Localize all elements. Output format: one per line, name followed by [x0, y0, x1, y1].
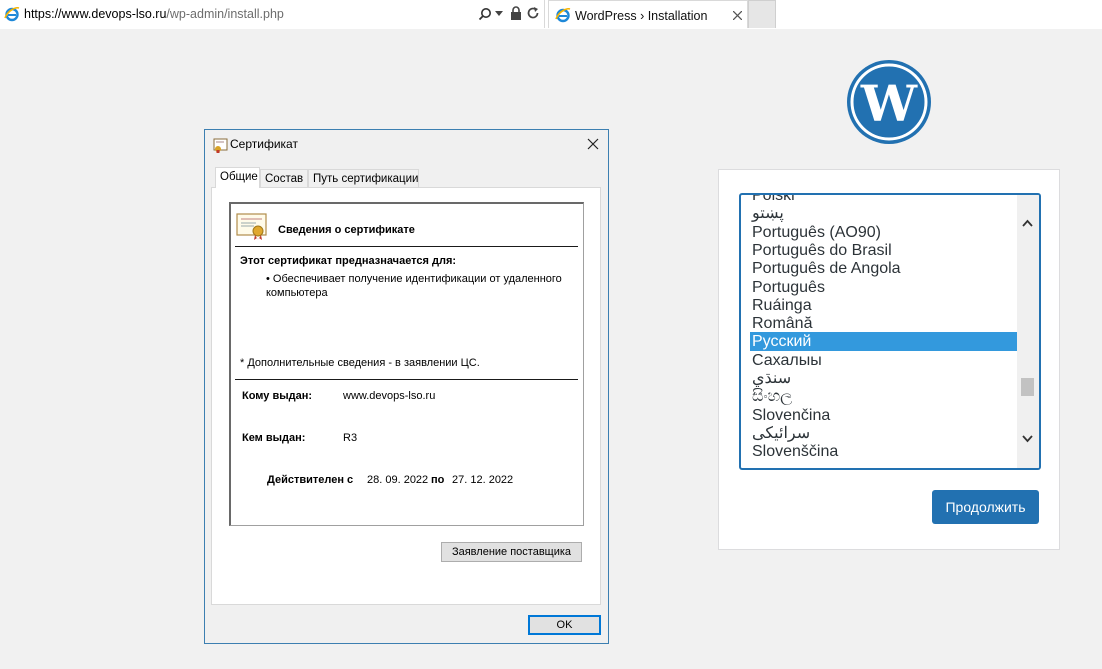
- ie-icon: [555, 8, 571, 23]
- language-scrollbar[interactable]: [1017, 195, 1039, 468]
- language-option[interactable]: سرائیکی: [750, 424, 1017, 443]
- language-option[interactable]: Slovenščina: [750, 442, 1017, 461]
- language-option[interactable]: Português de Angola: [750, 259, 1017, 278]
- browser-tab[interactable]: WordPress › Installation: [548, 0, 748, 28]
- language-option[interactable]: සිංහල: [750, 387, 1017, 406]
- language-option[interactable]: Português: [750, 278, 1017, 297]
- scroll-up-icon[interactable]: [1022, 219, 1033, 227]
- valid-to-value: 27. 12. 2022: [452, 474, 514, 486]
- wordpress-logo-icon: W: [847, 60, 931, 144]
- scroll-down-icon[interactable]: [1022, 435, 1033, 443]
- tab-certification-path[interactable]: Путь сертификации: [308, 169, 419, 188]
- language-option[interactable]: Сахалыы: [750, 351, 1017, 370]
- dropdown-arrow-icon[interactable]: [495, 11, 503, 17]
- refresh-icon[interactable]: [526, 6, 540, 20]
- language-option[interactable]: Português do Brasil: [750, 241, 1017, 260]
- language-option[interactable]: Română: [750, 314, 1017, 333]
- footnote: * Дополнительные сведения - в заявлении …: [240, 357, 480, 369]
- language-option[interactable]: Ruáinga: [750, 296, 1017, 315]
- tab-details[interactable]: Состав: [260, 169, 308, 188]
- certificate-large-icon: [236, 213, 267, 240]
- divider: [235, 246, 578, 247]
- address-url[interactable]: https://www.devops-lso.ru/wp-admin/insta…: [24, 7, 284, 21]
- close-icon[interactable]: [587, 138, 599, 150]
- language-option[interactable]: پښتو: [750, 204, 1017, 223]
- language-option[interactable]: سنڌي: [750, 369, 1017, 388]
- language-option[interactable]: Português (AO90): [750, 223, 1017, 242]
- scrollbar-thumb[interactable]: [1021, 378, 1034, 396]
- language-option-selected[interactable]: Русский: [750, 332, 1017, 352]
- language-option[interactable]: Polski: [750, 195, 1017, 205]
- valid-from-label: Действителен с: [267, 474, 354, 486]
- tab-general[interactable]: Общие: [215, 167, 260, 188]
- language-select[interactable]: Polski پښتو Português (AO90) Português do B…: [739, 193, 1041, 470]
- issuer-statement-button[interactable]: Заявление поставщика: [441, 542, 582, 562]
- address-bar[interactable]: https://www.devops-lso.ru/wp-admin/insta…: [0, 0, 545, 28]
- issued-to-label: Кому выдан:: [242, 390, 313, 402]
- certificate-heading: Сведения о сертификате: [278, 224, 415, 236]
- new-tab-button[interactable]: [748, 0, 776, 28]
- purpose-item: • Обеспечивает получение идентификации о…: [266, 273, 562, 285]
- valid-from-value: 28. 09. 2022: [367, 474, 429, 486]
- dialog-title: Сертификат: [230, 137, 298, 151]
- ok-button[interactable]: OK: [528, 615, 601, 635]
- continue-button[interactable]: Продолжить: [932, 490, 1039, 524]
- certificate-icon: [213, 138, 228, 153]
- language-option[interactable]: Slovenčina: [750, 406, 1017, 425]
- address-host: https://www.devops-lso.ru: [24, 7, 167, 21]
- search-icon[interactable]: [478, 7, 492, 21]
- valid-to-label: по: [431, 474, 445, 486]
- lock-icon[interactable]: [510, 6, 522, 20]
- purpose-item-continued: компьютера: [266, 287, 328, 299]
- tab-title: WordPress › Installation: [575, 9, 708, 23]
- ie-icon: [4, 7, 20, 22]
- purpose-heading: Этот сертификат предназначается для:: [240, 255, 457, 267]
- address-path: /wp-admin/install.php: [166, 7, 284, 21]
- svg-text:W: W: [860, 74, 918, 133]
- close-tab-icon[interactable]: [733, 11, 742, 20]
- issued-by-value: R3: [343, 432, 358, 444]
- divider: [235, 379, 578, 380]
- issued-by-label: Кем выдан:: [242, 432, 306, 444]
- issued-to-value: www.devops-lso.ru: [343, 390, 436, 402]
